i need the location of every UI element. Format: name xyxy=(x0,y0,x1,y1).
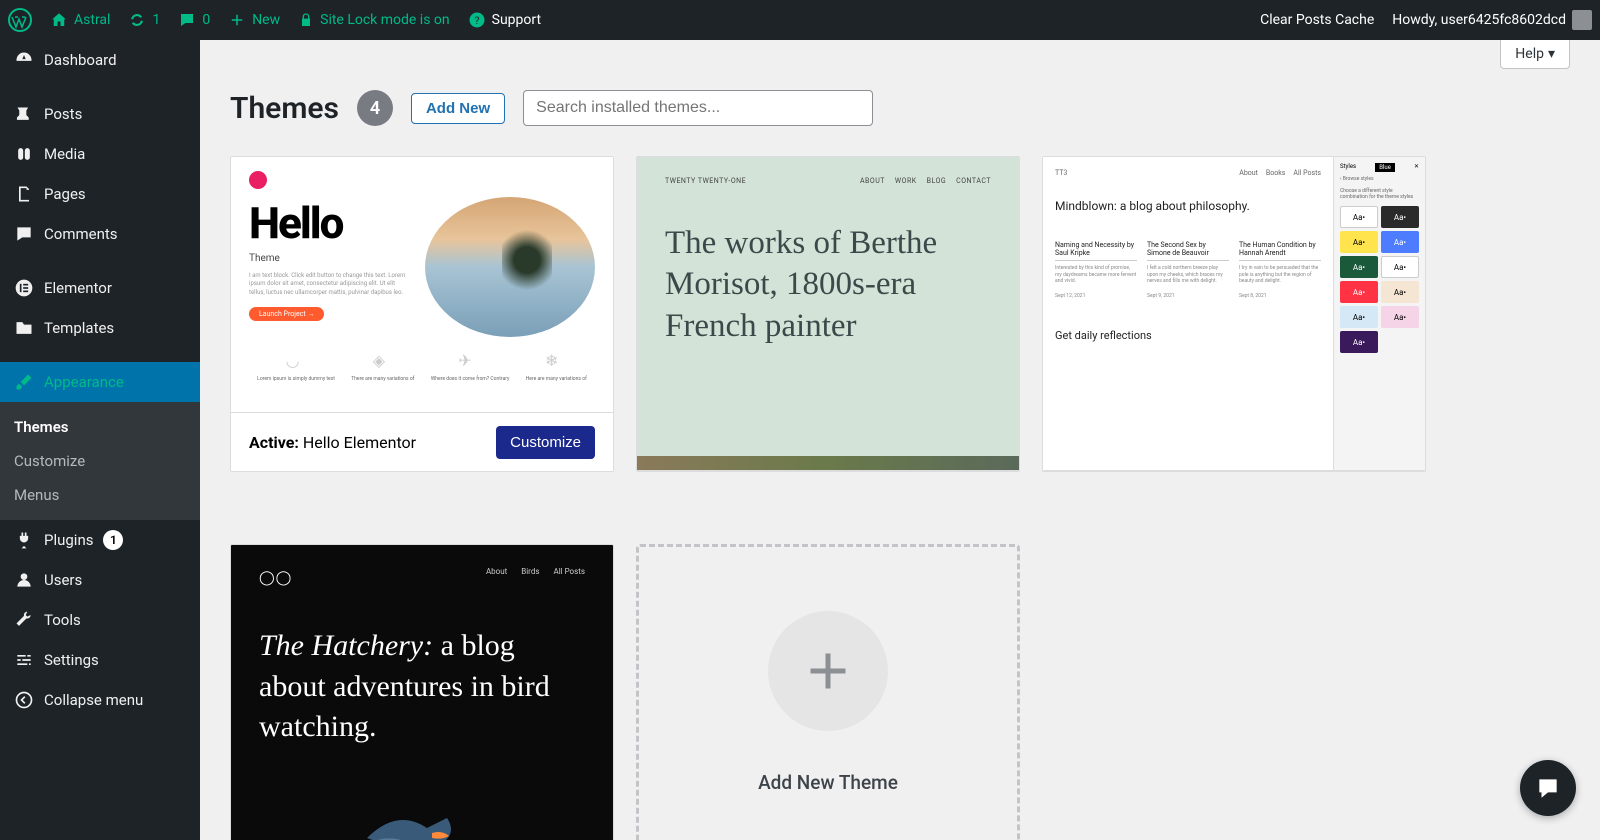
svg-text:?: ? xyxy=(474,14,479,27)
site-lock-link[interactable]: Site Lock mode is on xyxy=(298,12,450,28)
comments-count: 0 xyxy=(202,12,210,28)
preview-subtitle: Theme xyxy=(249,253,411,264)
sidebar-item-appearance[interactable]: Appearance xyxy=(0,362,200,402)
lock-label: Site Lock mode is on xyxy=(320,12,450,28)
theme-footer: Twenty Twenty-Three xyxy=(1043,471,1425,472)
new-link[interactable]: New xyxy=(228,11,280,29)
updates-count: 1 xyxy=(152,12,160,28)
brush-icon xyxy=(14,372,34,392)
themes-count-badge: 4 xyxy=(357,90,393,126)
plug-icon xyxy=(14,530,34,550)
pin-icon xyxy=(14,104,34,124)
sidebar-item-plugins[interactable]: Plugins 1 xyxy=(0,520,200,560)
theme-preview: TWENTY TWENTY-ONE ABOUT WORK BLOG CONTAC… xyxy=(637,157,1019,471)
preview-launch-button: Launch Project → xyxy=(249,307,324,321)
sidebar-item-pages[interactable]: Pages xyxy=(0,174,200,214)
wrench-icon xyxy=(14,610,34,630)
support-label: Support xyxy=(492,12,541,28)
preview-brand: TWENTY TWENTY-ONE xyxy=(665,177,746,185)
site-link[interactable]: Astral xyxy=(50,11,110,29)
bird-icon xyxy=(357,798,487,840)
appearance-submenu: Themes Customize Menus xyxy=(0,402,200,520)
comments-icon xyxy=(14,224,34,244)
preview-headline: The Hatchery: a blog about adventures in… xyxy=(259,626,585,748)
admin-sidebar: Dashboard Posts Media Pages Comments Ele… xyxy=(0,40,200,840)
comments-link[interactable]: 0 xyxy=(178,11,210,29)
elementor-icon xyxy=(14,278,34,298)
page-title: Themes xyxy=(230,91,339,126)
chat-fab[interactable] xyxy=(1520,760,1576,816)
theme-name: Active: Hello Elementor xyxy=(249,433,416,452)
chevron-down-icon: ▾ xyxy=(1548,46,1555,62)
theme-preview: ◯◯ About Birds All Posts The Hatchery: a… xyxy=(231,545,613,840)
preview-headline: The works of Berthe Morisot, 1800s-era F… xyxy=(665,223,991,347)
sidebar-collapse[interactable]: Collapse menu xyxy=(0,680,200,720)
admin-toolbar: Astral 1 0 New Site Lock mode is on ? Su… xyxy=(0,0,1600,40)
updates-link[interactable]: 1 xyxy=(128,11,160,29)
sidebar-item-elementor[interactable]: Elementor xyxy=(0,268,200,308)
add-new-theme-card[interactable]: Add New Theme xyxy=(636,544,1020,840)
preview-title: Hello xyxy=(249,197,411,249)
pages-icon xyxy=(14,184,34,204)
submenu-customize[interactable]: Customize xyxy=(0,444,200,478)
new-label: New xyxy=(252,12,280,28)
submenu-themes[interactable]: Themes xyxy=(0,410,200,444)
collapse-icon xyxy=(14,690,34,710)
sliders-icon xyxy=(14,650,34,670)
account-link[interactable]: Howdy, user6425fc8602dcd xyxy=(1392,10,1592,30)
support-link[interactable]: ? Support xyxy=(468,11,541,29)
chat-icon xyxy=(1535,775,1561,801)
dashboard-icon xyxy=(14,50,34,70)
themes-grid: Hello Theme I am text block. Click edit … xyxy=(230,156,1570,840)
preview-captions: Lorem ipsum is simply dummy textThere ar… xyxy=(249,376,595,382)
preview-image-strip xyxy=(637,456,1019,470)
help-tab[interactable]: Help ▾ xyxy=(1500,40,1570,69)
search-input[interactable] xyxy=(523,90,873,126)
sidebar-item-users[interactable]: Users xyxy=(0,560,200,600)
howdy-text: Howdy, user6425fc8602dcd xyxy=(1392,12,1566,28)
clear-cache-link[interactable]: Clear Posts Cache xyxy=(1260,12,1374,28)
folder-icon xyxy=(14,318,34,338)
theme-preview: Hello Theme I am text block. Click edit … xyxy=(231,157,613,413)
site-name: Astral xyxy=(74,12,110,28)
sidebar-item-settings[interactable]: Settings xyxy=(0,640,200,680)
avatar-icon xyxy=(1572,10,1592,30)
preview-image xyxy=(425,197,595,337)
sidebar-item-posts[interactable]: Posts xyxy=(0,94,200,134)
preview-icons-row: ◡◈✈❄ xyxy=(249,351,595,370)
plugins-badge: 1 xyxy=(103,530,123,550)
sidebar-item-dashboard[interactable]: Dashboard xyxy=(0,40,200,80)
plus-circle-icon xyxy=(768,611,888,731)
submenu-menus[interactable]: Menus xyxy=(0,478,200,512)
sidebar-item-comments[interactable]: Comments xyxy=(0,214,200,254)
preview-lorem: I am text block. Click edit button to ch… xyxy=(249,272,411,297)
theme-footer: Active: Hello Elementor Customize xyxy=(231,413,613,471)
sidebar-item-media[interactable]: Media xyxy=(0,134,200,174)
media-icon xyxy=(14,144,34,164)
sidebar-item-tools[interactable]: Tools xyxy=(0,600,200,640)
elementor-logo-icon xyxy=(249,171,267,189)
main-content: Help ▾ Themes 4 Add New Hello Theme I am… xyxy=(200,40,1600,840)
page-header: Themes 4 Add New xyxy=(230,90,1570,126)
wordpress-logo[interactable] xyxy=(8,8,32,32)
add-theme-label: Add New Theme xyxy=(758,771,898,794)
user-icon xyxy=(14,570,34,590)
add-new-button[interactable]: Add New xyxy=(411,93,505,124)
theme-card-active[interactable]: Hello Theme I am text block. Click edit … xyxy=(230,156,614,472)
sidebar-item-templates[interactable]: Templates xyxy=(0,308,200,348)
theme-card[interactable]: TWENTY TWENTY-ONE ABOUT WORK BLOG CONTAC… xyxy=(636,156,1020,472)
theme-footer: Twenty Twenty-One xyxy=(637,471,1019,472)
theme-preview: TT3 AboutBooksAll Posts Mindblown: a blo… xyxy=(1043,157,1425,471)
logo-icon: ◯◯ xyxy=(259,570,292,586)
theme-card[interactable]: ◯◯ About Birds All Posts The Hatchery: a… xyxy=(230,544,614,840)
theme-card[interactable]: TT3 AboutBooksAll Posts Mindblown: a blo… xyxy=(1042,156,1426,472)
customize-button[interactable]: Customize xyxy=(496,426,595,459)
